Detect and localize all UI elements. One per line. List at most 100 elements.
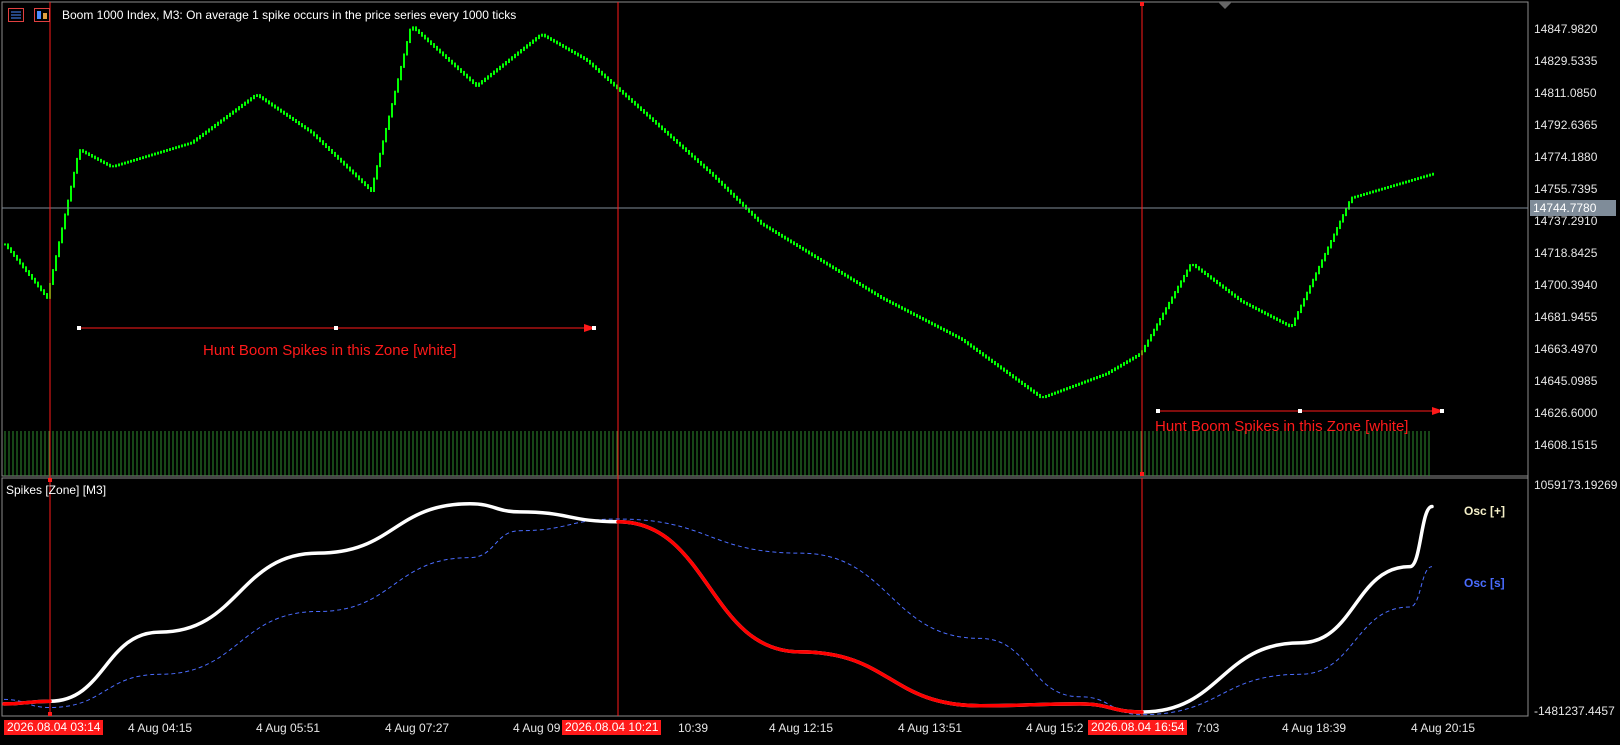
candle — [739, 198, 741, 204]
candle — [757, 216, 759, 222]
candle — [1297, 311, 1299, 320]
candle — [868, 287, 870, 292]
candle — [925, 318, 927, 323]
candle — [124, 161, 126, 165]
candle — [1288, 323, 1290, 328]
sub-marker-handle[interactable] — [48, 478, 52, 482]
candle — [862, 283, 864, 288]
candle — [394, 90, 396, 106]
chart-title: Boom 1000 Index, M3: On average 1 spike … — [62, 8, 517, 22]
osc-signal-line — [3, 518, 1433, 716]
candle — [1276, 317, 1278, 321]
indicator-title: Spikes [Zone] [M3] — [6, 483, 107, 497]
candle — [286, 112, 288, 117]
sub-panel-frame — [1, 477, 1529, 717]
candle — [961, 337, 963, 341]
candle — [1234, 293, 1236, 298]
time-marker-label[interactable]: 2026.08.04 03:14 — [4, 720, 104, 735]
candle — [277, 106, 279, 111]
price-label: 14737.2910 — [1534, 214, 1598, 228]
candle — [622, 89, 624, 95]
candle — [646, 111, 648, 117]
candle — [247, 99, 249, 104]
candle — [1009, 371, 1011, 377]
candle — [220, 119, 222, 124]
candle — [664, 128, 666, 133]
candle — [901, 306, 903, 310]
candle — [1108, 370, 1110, 375]
candle — [700, 160, 702, 166]
candle — [469, 76, 471, 82]
candle — [1252, 304, 1254, 309]
candle — [886, 298, 888, 302]
candle — [1015, 376, 1017, 381]
candle — [325, 143, 327, 149]
candle — [1081, 381, 1083, 385]
price-label: 14774.1880 — [1534, 150, 1598, 164]
candle — [982, 352, 984, 357]
candle — [1069, 386, 1071, 390]
candle — [43, 289, 45, 296]
sub-marker-handle[interactable] — [48, 712, 52, 716]
candle — [22, 262, 24, 269]
candle — [1285, 322, 1287, 326]
candle — [307, 127, 309, 132]
price-label: 14608.1515 — [1534, 438, 1598, 452]
candle — [958, 335, 960, 340]
candle — [643, 109, 645, 114]
candle — [169, 148, 171, 151]
time-label: 4 Aug 05:51 — [256, 721, 321, 735]
candle — [391, 103, 393, 118]
candle — [1204, 270, 1206, 276]
candle — [1240, 298, 1242, 303]
candle — [1237, 295, 1239, 301]
candle — [970, 343, 972, 348]
osc-minus-line — [2, 699, 52, 706]
time-marker-label[interactable]: 2026.08.04 10:21 — [562, 720, 662, 735]
candle — [1384, 186, 1386, 190]
time-marker-label[interactable]: 2026.08.04 16:54 — [1088, 720, 1188, 735]
candle — [1279, 318, 1281, 323]
candle — [1255, 306, 1257, 311]
candle — [727, 186, 729, 192]
candle — [1261, 309, 1263, 314]
candle — [619, 87, 621, 92]
candle — [262, 96, 264, 101]
candle — [1270, 314, 1272, 318]
marker-handle[interactable] — [1140, 472, 1144, 476]
candle — [409, 28, 411, 44]
marker-handle[interactable] — [1140, 2, 1144, 6]
candle — [178, 145, 180, 149]
candle — [184, 143, 186, 147]
candle — [472, 79, 474, 85]
indicator-icon[interactable] — [34, 8, 50, 22]
osc-plus-line — [2, 502, 1434, 714]
candle — [241, 103, 243, 109]
candle — [154, 152, 156, 156]
candle — [133, 158, 135, 162]
candle — [1042, 396, 1044, 399]
zone-arrow-1[interactable] — [77, 324, 596, 332]
chart-canvas[interactable] — [0, 0, 1620, 745]
candle — [103, 160, 105, 165]
candle — [400, 65, 402, 81]
candle — [1303, 298, 1305, 307]
candle — [940, 326, 942, 330]
candle — [55, 255, 57, 272]
candle — [1294, 317, 1296, 327]
candle — [871, 289, 873, 294]
candle — [1342, 214, 1344, 223]
candle — [94, 155, 96, 160]
candle — [796, 243, 798, 247]
osc-minus-line — [616, 519, 1144, 714]
candle — [379, 152, 381, 168]
candle — [607, 76, 609, 82]
candle — [1369, 191, 1371, 195]
zone-arrow-2[interactable] — [1156, 407, 1444, 415]
scroll-marker[interactable] — [1218, 2, 1232, 9]
candle — [493, 70, 495, 75]
chart-list-icon[interactable] — [8, 8, 24, 22]
candle — [850, 276, 852, 281]
candle — [859, 282, 861, 286]
candle — [121, 162, 123, 166]
